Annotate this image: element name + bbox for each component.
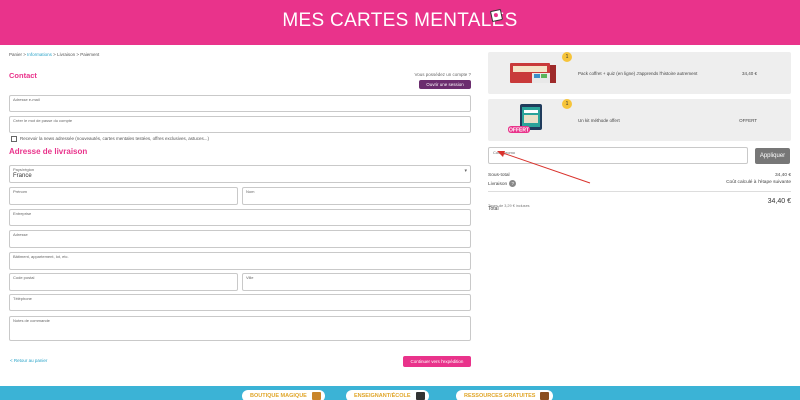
- contact-heading: Contact: [9, 71, 37, 80]
- newsletter-row: Recevoir la news adressée (nouveautés, c…: [11, 136, 209, 142]
- graduation-cap-icon: [415, 392, 425, 400]
- firstname-label: Prénom: [13, 189, 28, 194]
- footer-link-enseignant[interactable]: ENSEIGNANT/ÉCOLE: [346, 390, 429, 400]
- help-icon[interactable]: ?: [509, 180, 517, 187]
- cart-item: OFFERT 1 Un kit méthode offert OFFERT: [488, 99, 791, 141]
- tax-note: Taxes de 3,29 € incluses: [488, 204, 530, 208]
- subtotal-label: Sous-total: [488, 173, 510, 178]
- address-field[interactable]: Adresse: [9, 230, 471, 248]
- checkout-form: Panier > Informations > Livraison > Paie…: [9, 52, 471, 367]
- phone-field[interactable]: Téléphone: [9, 294, 471, 311]
- brand[interactable]: MES CARTES MENTALES: [0, 10, 800, 32]
- login-button[interactable]: Ouvrir une session: [419, 80, 471, 89]
- site-title: MES CARTES MENTALES: [282, 10, 518, 31]
- country-value: France: [13, 173, 32, 179]
- item-price: OFFERT: [739, 118, 757, 123]
- subtotal-row: Sous-total 34,40 €: [488, 173, 791, 178]
- phone-label: Téléphone: [13, 296, 32, 301]
- quantity-badge: 1: [562, 52, 572, 62]
- password-field[interactable]: Créer le mot de passe du compte: [9, 116, 471, 133]
- item-price: 34,40 €: [741, 71, 757, 76]
- treasure-chest-icon: [540, 392, 550, 400]
- breadcrumb-shipping: Livraison: [57, 52, 76, 57]
- promo-code-input[interactable]: Code promo: [488, 147, 748, 164]
- continue-to-shipping-button[interactable]: Continuer vers l'expédition: [403, 356, 471, 367]
- summary-divider: [488, 191, 791, 192]
- breadcrumb-informations: Informations: [27, 52, 52, 57]
- header-bar: MES CARTES MENTALES: [0, 0, 800, 45]
- chevron-down-icon: ▾: [464, 168, 467, 174]
- order-notes-label: Notes de commande: [13, 318, 50, 323]
- card-logo-icon: [489, 8, 504, 23]
- address2-field[interactable]: Bâtiment, appartement, lot, etc.: [9, 252, 471, 270]
- back-to-cart-link[interactable]: < Retour au panier: [10, 358, 47, 363]
- apply-promo-button[interactable]: Appliquer: [755, 148, 790, 164]
- item-name: Un kit méthode offert: [578, 118, 620, 123]
- shop-icon: [311, 392, 321, 400]
- zip-field[interactable]: Code postal: [9, 273, 238, 291]
- shipping-heading: Adresse de livraison: [9, 147, 88, 156]
- have-account-text: Vous possédez un compte ?: [414, 72, 471, 77]
- breadcrumb: Panier > Informations > Livraison > Paie…: [9, 52, 100, 57]
- shipping-label: Livraison: [488, 181, 508, 187]
- footer-link-ressources[interactable]: RESSOURCES GRATUITES: [456, 390, 554, 400]
- company-label: Entreprise: [13, 211, 32, 216]
- footer-link-boutique[interactable]: BOUTIQUE MAGIQUE: [242, 390, 325, 400]
- newsletter-checkbox[interactable]: [11, 136, 17, 142]
- email-label: Adresse e-mail: [13, 97, 40, 102]
- total-row: Total 34,40 € Taxes de 3,29 € incluses: [488, 197, 791, 215]
- cart-item: 1 Pack coffret + quiz (en ligne) J'appre…: [488, 52, 791, 94]
- address-label: Adresse: [13, 232, 28, 237]
- quantity-badge: 1: [562, 99, 572, 109]
- order-notes-field[interactable]: Notes de commande: [9, 316, 471, 341]
- product-box-icon: [510, 63, 556, 83]
- firstname-field[interactable]: Prénom: [9, 187, 238, 205]
- password-label: Créer le mot de passe du compte: [13, 118, 73, 123]
- company-field[interactable]: Entreprise: [9, 209, 471, 226]
- offert-badge: OFFERT: [509, 128, 529, 134]
- footer-bar: BOUTIQUE MAGIQUE ENSEIGNANT/ÉCOLE RESSOU…: [0, 386, 800, 400]
- total-value: 34,40 €: [767, 198, 791, 205]
- country-label: Pays/région: [13, 167, 35, 172]
- address2-label: Bâtiment, appartement, lot, etc.: [13, 254, 69, 259]
- newsletter-label: Recevoir la news adressée (nouveautés, c…: [20, 136, 210, 142]
- promo-code-label: Code promo: [493, 150, 516, 155]
- breadcrumb-payment: Paiement: [80, 52, 100, 57]
- breadcrumb-cart[interactable]: Panier: [9, 52, 22, 57]
- lastname-field[interactable]: Nom: [242, 187, 471, 205]
- shipping-value: Coût calculé à l'étape suivante: [726, 180, 791, 185]
- city-label: Ville: [246, 275, 254, 280]
- method-kit-icon: OFFERT: [508, 104, 542, 134]
- item-name: Pack coffret + quiz (en ligne) J'apprend…: [578, 71, 698, 76]
- email-field[interactable]: Adresse e-mail: [9, 95, 471, 112]
- city-field[interactable]: Ville: [242, 273, 471, 291]
- zip-label: Code postal: [13, 275, 35, 280]
- subtotal-value: 34,40 €: [774, 173, 791, 178]
- shipping-row: Livraison? Coût calculé à l'étape suivan…: [488, 180, 791, 187]
- country-select[interactable]: Pays/région France ▾: [9, 165, 471, 183]
- lastname-label: Nom: [246, 189, 255, 194]
